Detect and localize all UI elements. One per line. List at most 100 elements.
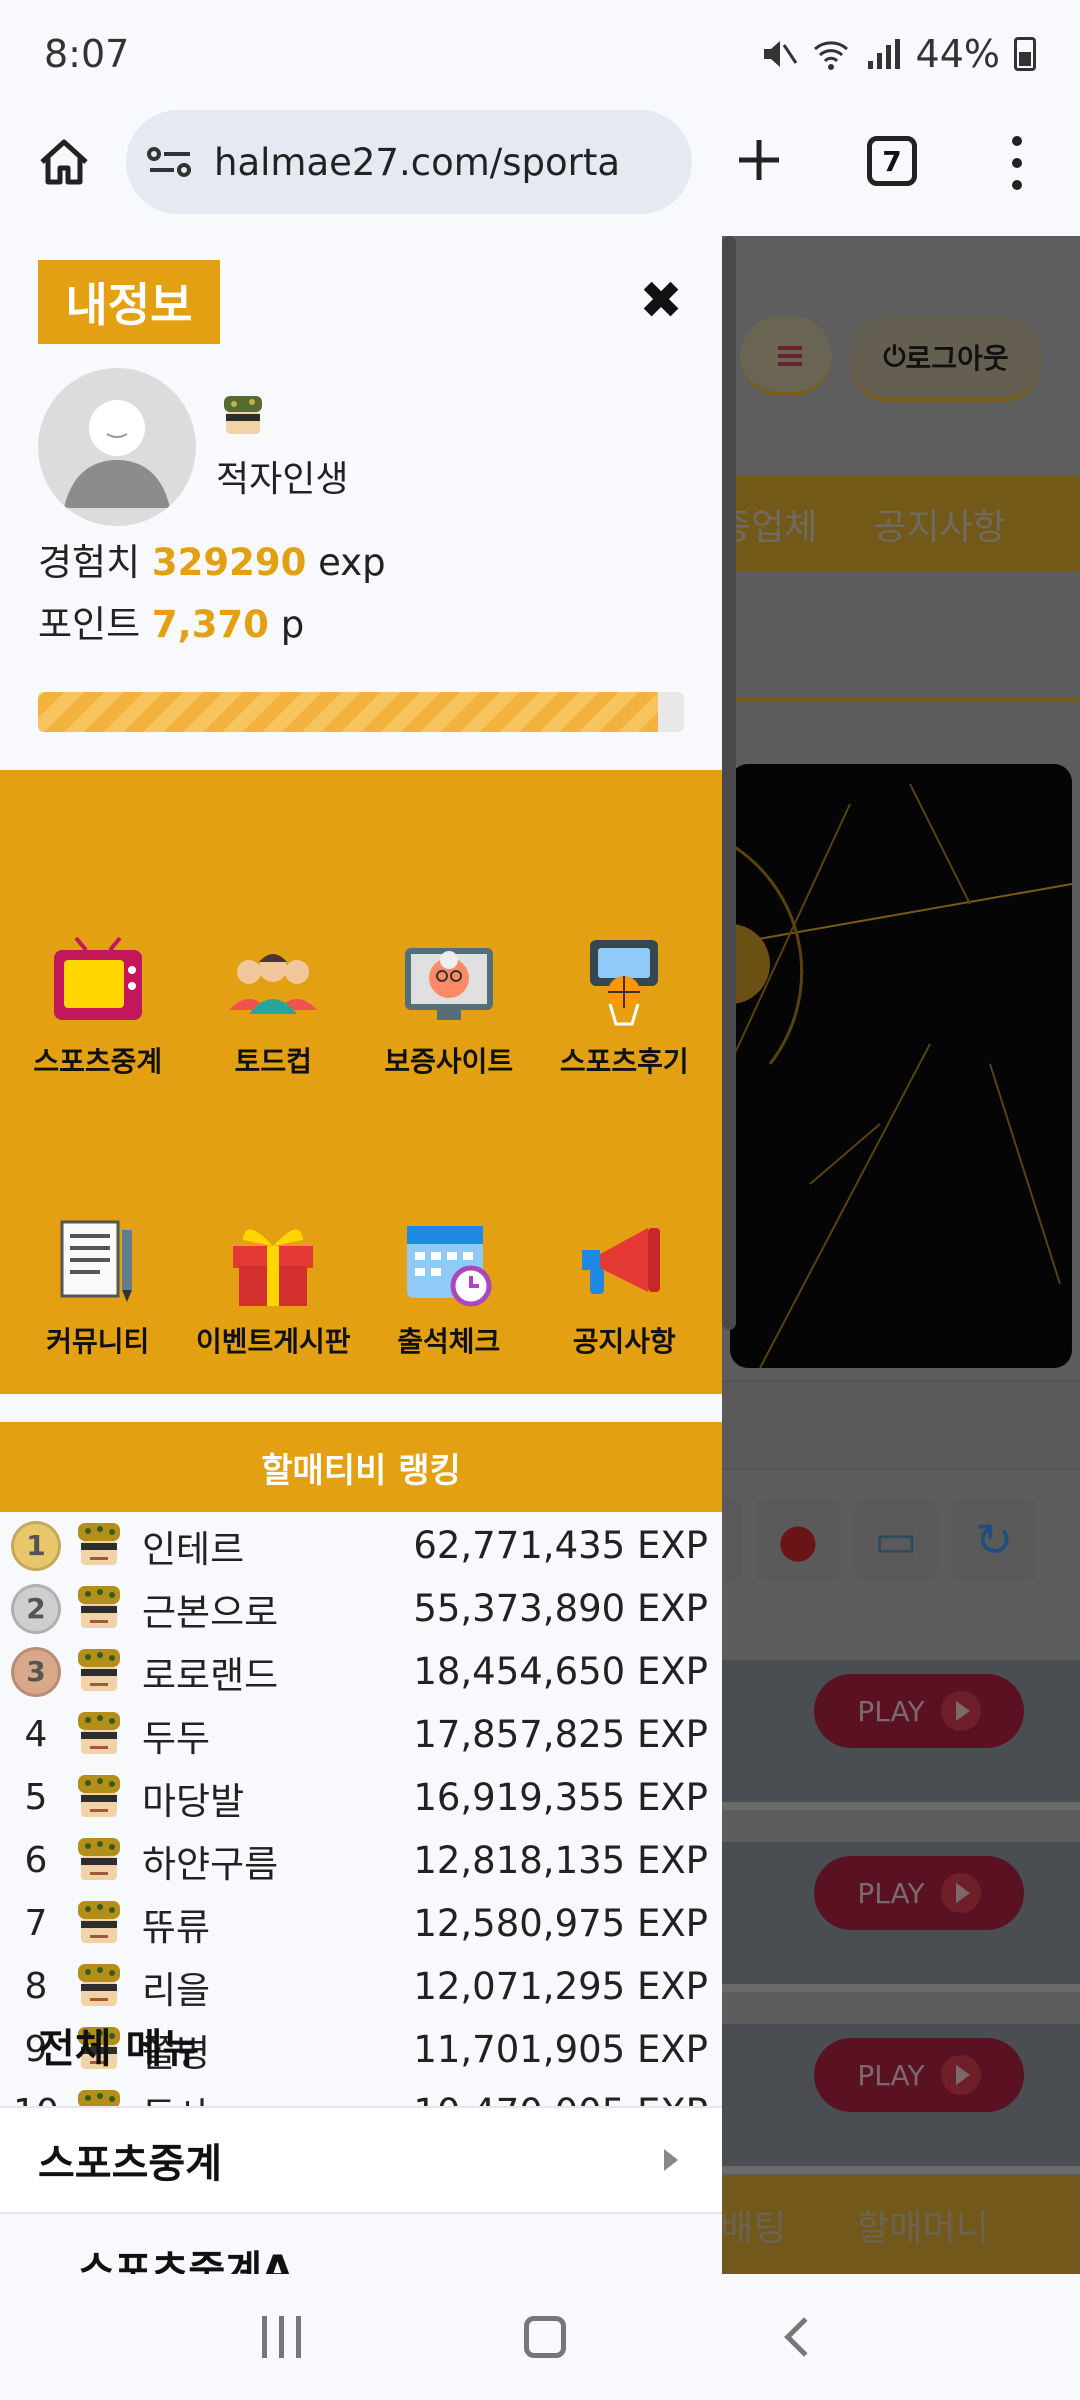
- ranking-row: 3 로로랜드 18,454,650 EXP: [0, 1640, 722, 1703]
- rank-number: 6: [24, 1840, 48, 1881]
- quick-menu-todcup[interactable]: 토드컵: [186, 800, 362, 1080]
- drawer-title: 내정보: [38, 260, 220, 344]
- rank-medal: 3: [11, 1646, 61, 1697]
- people-icon: [229, 954, 318, 1014]
- globe-icon: [722, 1498, 742, 1582]
- exp-progress-fill: [38, 692, 659, 732]
- rank-medal: 1: [11, 1520, 61, 1571]
- rank-number: 5: [24, 1777, 48, 1818]
- bg-sport-icons: ● ▭ ↻: [722, 1498, 1080, 1582]
- monitor-icon: ▭: [854, 1498, 938, 1582]
- medal-icon: 3: [0, 1646, 72, 1697]
- bg-strip: [722, 1380, 1080, 1470]
- rank-level-icon: [78, 1774, 120, 1817]
- tv-icon: [53, 936, 142, 1020]
- play-icon: [940, 2055, 981, 2095]
- point-row: 포인트 7,370 p: [38, 594, 304, 648]
- basketball-hoop-icon: [590, 940, 659, 1026]
- play-icon: [940, 1873, 981, 1913]
- rank-level-icon: [78, 1900, 120, 1943]
- bg-bottom-nav-item: 할매머니: [856, 2208, 989, 2249]
- browser-menu-icon[interactable]: [1005, 136, 1029, 190]
- exp-label: 경험치: [38, 541, 141, 584]
- avatar[interactable]: [38, 368, 196, 526]
- new-tab-icon[interactable]: [735, 136, 783, 184]
- system-nav-bar: [0, 2274, 1080, 2400]
- background-page-overlay[interactable]: ⏻ 로그아웃 증업체 공지사항 ● ▭ ↻ PLAY PLAY PLAY 배팅 할…: [722, 236, 1080, 2274]
- point-label: 포인트: [38, 603, 141, 646]
- bg-play-card: PLAY: [722, 1660, 1080, 1810]
- bg-play-card: PLAY: [722, 2024, 1080, 2174]
- rank-number: 8: [24, 1966, 48, 2007]
- play-button: PLAY: [814, 1674, 1024, 1748]
- calendar-icon: [406, 1226, 492, 1307]
- rank-exp: 11,701,905 EXP: [413, 2028, 708, 2071]
- signal-icon: [867, 39, 900, 69]
- url-text[interactable]: halmae27.com/sporta: [214, 141, 620, 184]
- quick-menu-sports-broadcast[interactable]: 스포츠중계: [10, 800, 186, 1080]
- exp-row: 경험치 329290 exp: [38, 532, 386, 586]
- close-icon[interactable]: ✖: [636, 271, 686, 331]
- quick-menu-notice[interactable]: 공지사항: [537, 1080, 713, 1360]
- rank-level-icon: [78, 1522, 120, 1565]
- ranking-row: 8 리을 12,071,295 EXP: [0, 1955, 722, 2018]
- ranking-row: 2 근본으로 55,373,890 EXP: [0, 1577, 722, 1640]
- mute-icon: [763, 41, 797, 67]
- ranking-row: 6 하얀구름 12,818,135 EXP: [0, 1829, 722, 1892]
- play-button: PLAY: [814, 2038, 1024, 2112]
- sub-menu-item[interactable]: 스포츠중계A: [78, 2238, 293, 2274]
- quick-menu-grid: 스포츠중계 토드컵 보증사이트 스포츠후기 커뮤니티 이벤트게시판 출석체크 공…: [0, 770, 722, 1394]
- bg-nav-item: 공지사항: [873, 507, 1006, 548]
- rank-exp: 16,919,355 EXP: [413, 1776, 708, 1819]
- quick-menu-label: 출석체크: [397, 1325, 501, 1358]
- back-icon[interactable]: [784, 2317, 824, 2357]
- menu-item-sports-broadcast[interactable]: 스포츠중계: [0, 2106, 722, 2214]
- grandma-monitor-icon: [404, 948, 493, 1020]
- exp-progress-bar: [38, 692, 684, 732]
- quick-menu-attendance[interactable]: 출석체크: [361, 1080, 537, 1360]
- marble-pattern: [730, 783, 1072, 1368]
- quick-menu-community[interactable]: 커뮤니티: [10, 1080, 186, 1360]
- medal-icon: 2: [0, 1583, 72, 1634]
- bg-bottom-nav: 배팅 할매머니: [722, 2176, 1080, 2274]
- home-icon[interactable]: [38, 136, 90, 188]
- play-label: PLAY: [857, 1694, 925, 1728]
- quick-menu-event-board[interactable]: 이벤트게시판: [186, 1080, 362, 1360]
- chevron-right-icon: [664, 2149, 678, 2171]
- play-label: PLAY: [857, 2058, 925, 2092]
- rank-level-icon: [78, 1963, 120, 2006]
- rank-exp: 55,373,890 EXP: [413, 1587, 708, 1630]
- rank-level-icon: [78, 1837, 120, 1880]
- rank-level-icon: [78, 1648, 120, 1691]
- rank-number: 7: [24, 1903, 48, 1944]
- rank-exp: 18,454,650 EXP: [413, 1650, 708, 1693]
- bg-logout-label: 로그아웃: [905, 342, 1009, 375]
- point-unit: p: [280, 603, 305, 646]
- recent-apps-icon[interactable]: [261, 2316, 301, 2358]
- quick-menu-verified-sites[interactable]: 보증사이트: [361, 800, 537, 1080]
- all-menu-title: 전체 메뉴: [38, 2026, 200, 2072]
- gift-icon: [233, 1229, 314, 1306]
- megaphone-icon: [582, 1228, 661, 1294]
- quick-menu-label: 스포츠후기: [559, 1045, 689, 1078]
- quick-menu-sports-review[interactable]: 스포츠후기: [537, 800, 713, 1080]
- default-avatar-icon: [64, 400, 170, 508]
- home-nav-icon[interactable]: [524, 2316, 567, 2358]
- bg-hamburger-icon: [740, 316, 832, 396]
- bg-navbar: 증업체 공지사항: [722, 476, 1080, 572]
- ranking-row: 1 인테르 62,771,435 EXP: [0, 1514, 722, 1577]
- rank-number: 4: [24, 1714, 48, 1755]
- quick-menu-label: 토드컵: [234, 1045, 312, 1078]
- level-badge-icon: [224, 396, 262, 434]
- rank-exp: 17,857,825 EXP: [413, 1713, 708, 1756]
- power-icon: ⏻: [883, 340, 906, 373]
- tab-switcher-button[interactable]: 7: [867, 136, 917, 186]
- site-settings-icon[interactable]: [146, 142, 194, 182]
- ranking-row: 7 뜌류 12,580,975 EXP: [0, 1892, 722, 1955]
- medal-icon: 1: [0, 1520, 72, 1571]
- drawer-scrollbar[interactable]: [722, 236, 736, 1330]
- address-bar[interactable]: halmae27.com/sporta: [126, 110, 692, 214]
- rank-exp: 12,580,975 EXP: [413, 1902, 708, 1945]
- bg-divider: [722, 698, 1080, 702]
- bg-logout-button: ⏻ 로그아웃: [850, 316, 1042, 402]
